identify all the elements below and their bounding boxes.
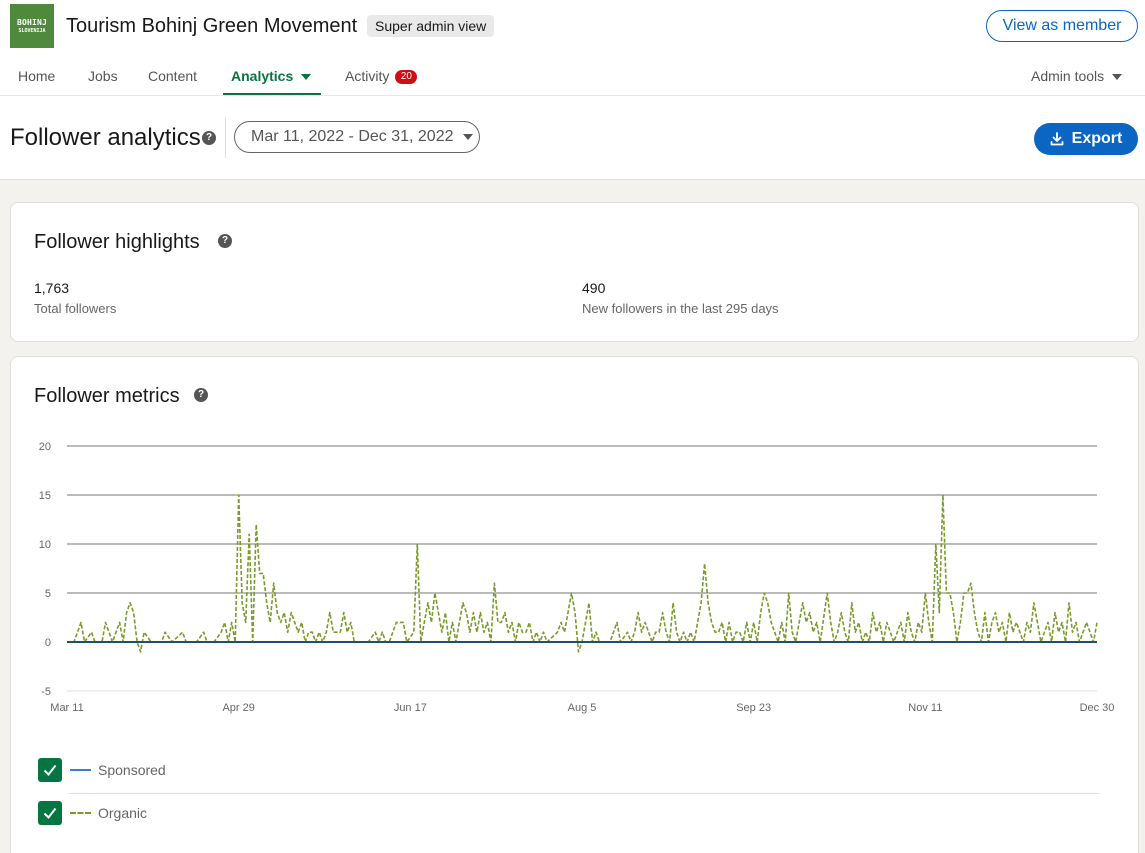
help-icon[interactable]: ? (202, 131, 216, 145)
export-button[interactable]: Export (1034, 123, 1138, 155)
x-tick-label: Mar 11 (50, 702, 83, 714)
new-followers-label: New followers in the last 295 days (582, 301, 779, 316)
notification-count-badge: 20 (395, 70, 418, 84)
new-followers-value: 490 (582, 280, 606, 296)
logo-text-line-1: BOHINJ (16, 17, 48, 27)
divider (225, 118, 226, 158)
admin-view-badge: Super admin view (367, 15, 495, 37)
organic-line-swatch (70, 812, 91, 814)
chevron-down-icon (301, 74, 312, 81)
x-tick-label: Dec 30 (1080, 702, 1115, 714)
tab-home[interactable]: Home (18, 68, 55, 84)
date-range-selector[interactable]: Mar 11, 2022 - Dec 31, 2022 (234, 121, 480, 153)
x-tick-label: Aug 5 (568, 702, 597, 714)
tab-activity-label: Activity (345, 68, 390, 84)
legend-organic[interactable]: Organic (38, 801, 147, 825)
chevron-down-icon (462, 134, 473, 140)
highlights-title: Follower highlights (34, 231, 200, 253)
y-tick-label: 0 (45, 637, 51, 649)
company-logo[interactable]: BOHINJ SLOVENIJA (10, 4, 54, 48)
x-tick-label: Sep 23 (736, 702, 771, 714)
follower-metrics-card: Follower metrics ? 20 15 10 5 0 -5 Mar 11 Apr 2… (10, 356, 1139, 853)
legend-divider (69, 793, 1099, 794)
x-tick-label: Nov 11 (908, 702, 942, 714)
x-tick-label: Apr 29 (222, 702, 254, 714)
y-tick-label: 20 (39, 441, 51, 453)
organic-series-line (67, 494, 1098, 653)
tab-analytics-label: Analytics (231, 68, 294, 84)
chevron-down-icon (1112, 74, 1123, 81)
follower-highlights-card: Follower highlights ? 1,763 Total follow… (10, 202, 1139, 342)
organization-name[interactable]: Tourism Bohinj Green Movement (66, 15, 357, 38)
y-tick-label: 10 (39, 539, 51, 551)
sponsored-line-swatch (70, 769, 91, 771)
follower-metrics-chart: 20 15 10 5 0 -5 Mar 11 Apr 29 Jun 17 Aug 5 Sep 23 N… (39, 441, 1115, 714)
total-followers-value: 1,763 (34, 280, 70, 296)
export-label: Export (1071, 130, 1123, 147)
y-tick-label: 5 (45, 588, 51, 600)
date-range-label: Mar 11, 2022 - Dec 31, 2022 (251, 128, 454, 145)
page-title: Follower analytics (10, 124, 201, 151)
organic-checkbox[interactable] (38, 801, 62, 825)
download-icon (1050, 132, 1064, 146)
x-tick-label: Jun 17 (394, 702, 427, 714)
organic-label: Organic (98, 805, 148, 821)
sponsored-checkbox[interactable] (38, 758, 62, 782)
y-tick-label: -5 (41, 686, 51, 698)
tab-activity[interactable]: Activity 20 (345, 68, 418, 84)
logo-text-line-2: SLOVENIJA (18, 27, 46, 34)
active-tab-indicator (223, 93, 321, 95)
tab-jobs[interactable]: Jobs (88, 68, 118, 84)
page-header: BOHINJ SLOVENIJA Tourism Bohinj Green Mo… (0, 0, 1145, 180)
view-as-member-button[interactable]: View as member (986, 10, 1138, 42)
admin-tools-menu[interactable]: Admin tools (1031, 68, 1123, 84)
checkmark-icon (43, 807, 57, 820)
admin-tools-label: Admin tools (1031, 68, 1105, 84)
tab-analytics[interactable]: Analytics (231, 68, 312, 84)
tab-content[interactable]: Content (148, 68, 197, 84)
help-icon[interactable]: ? (218, 234, 232, 248)
y-tick-label: 15 (39, 490, 51, 502)
page-nav: Home Jobs Content Analytics Activity 20 A… (0, 58, 1145, 96)
total-followers-label: Total followers (34, 301, 117, 316)
checkmark-icon (43, 764, 57, 777)
legend-sponsored[interactable]: Sponsored (38, 758, 166, 782)
sponsored-label: Sponsored (98, 762, 166, 778)
